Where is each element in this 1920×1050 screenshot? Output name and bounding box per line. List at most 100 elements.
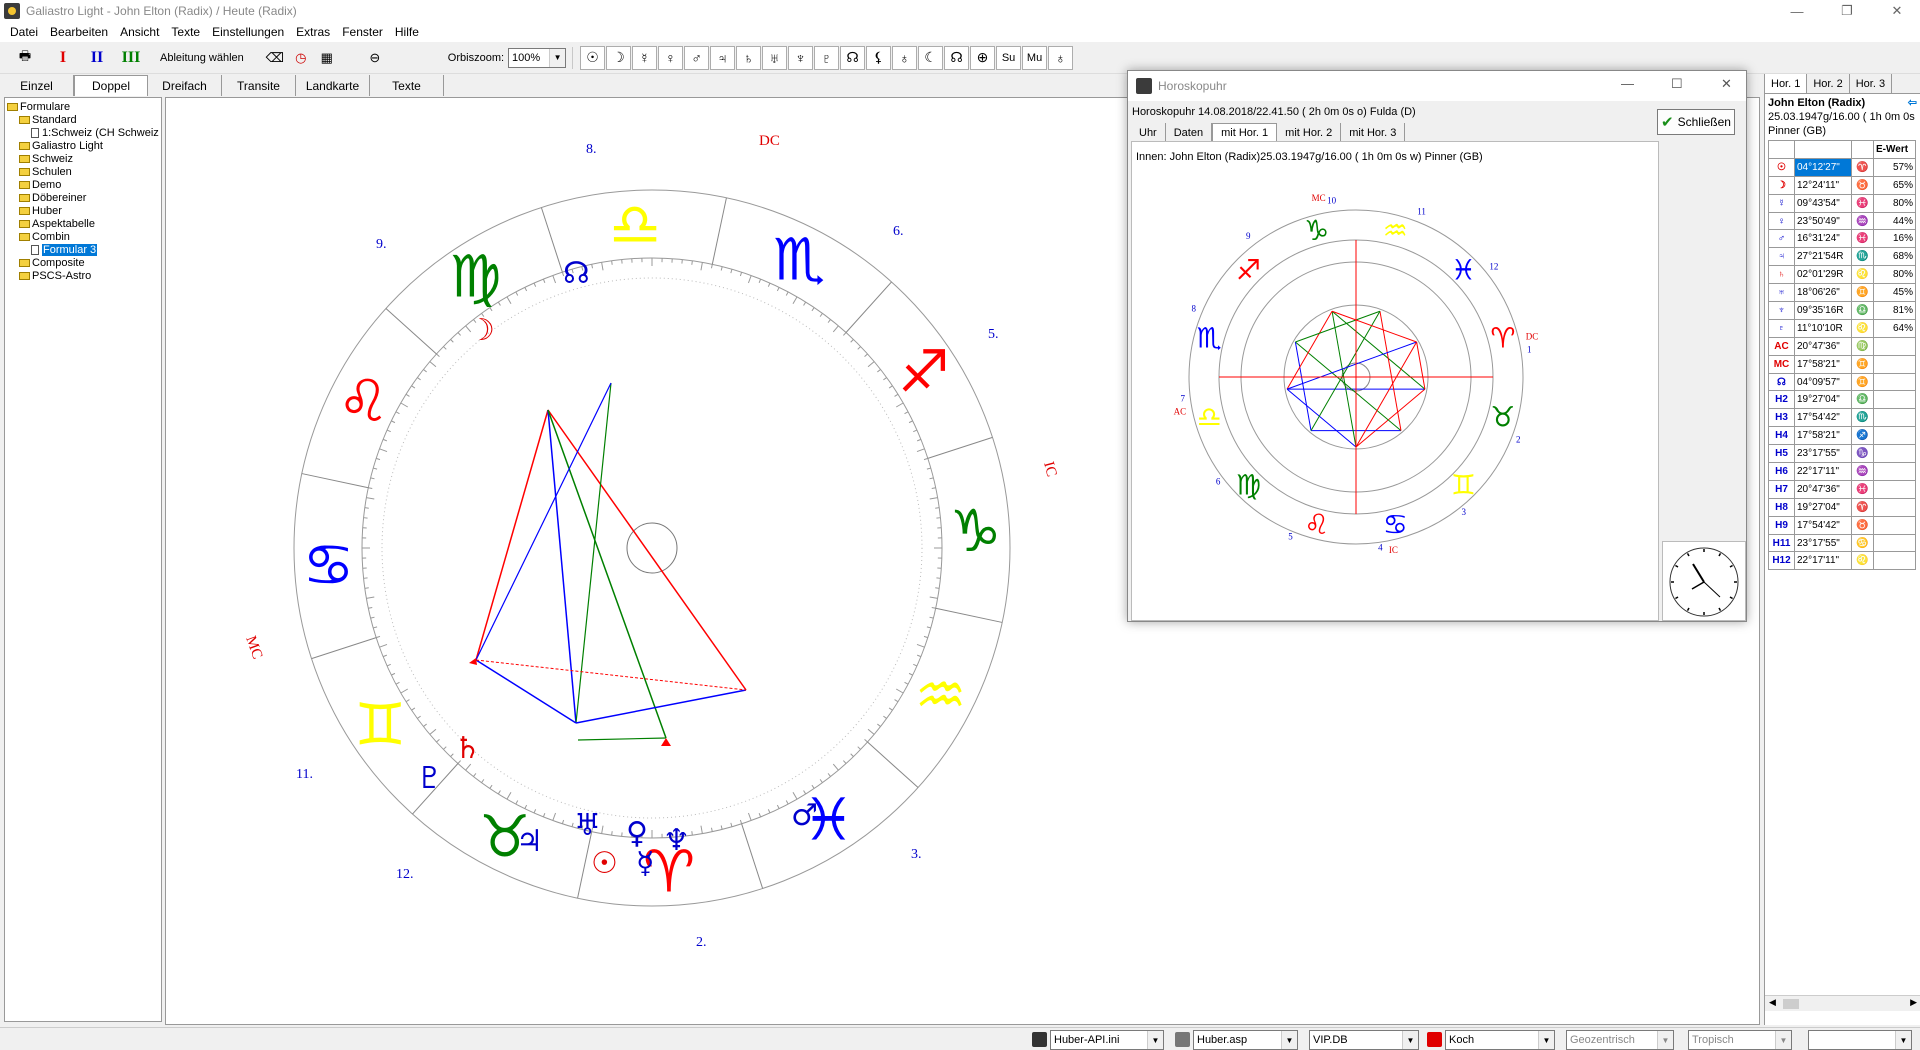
tab-texte[interactable]: Texte bbox=[370, 75, 444, 96]
table-row[interactable]: ♀ 23°50'49" ♒ 44% bbox=[1768, 211, 1916, 231]
geo-select[interactable]: Geozentrisch ▼ bbox=[1566, 1030, 1674, 1050]
tree-node[interactable]: Combin bbox=[5, 230, 161, 243]
tab-doppel[interactable]: Doppel bbox=[74, 75, 148, 96]
eraser-icon[interactable]: ⌫ bbox=[264, 47, 286, 69]
tree-node-selected[interactable]: Formular 3 bbox=[5, 243, 161, 256]
sun-point-button[interactable]: Su bbox=[996, 45, 1022, 70]
table-row[interactable]: ♃ 27°21'54R ♏ 68% bbox=[1768, 247, 1916, 267]
tab-uhr[interactable]: Uhr bbox=[1131, 123, 1166, 142]
table-row[interactable]: H4 17°58'21" ♐ bbox=[1768, 426, 1916, 446]
fortune-button[interactable]: ⊕ bbox=[970, 45, 996, 70]
tree-node[interactable]: Döbereiner bbox=[5, 191, 161, 204]
tab-einzel[interactable]: Einzel bbox=[0, 75, 74, 96]
tab-hor-2[interactable]: Hor. 2 bbox=[1807, 74, 1850, 93]
tab-hor-1[interactable]: Hor. 1 bbox=[1765, 74, 1808, 93]
table-row[interactable]: MC 17°58'21" ♊ bbox=[1768, 354, 1916, 374]
planet-saturn-button[interactable]: ♄ bbox=[736, 45, 762, 70]
table-row[interactable]: H12 22°17'11" ♌ bbox=[1768, 551, 1916, 571]
node-button[interactable]: ☊ bbox=[840, 45, 866, 70]
orbiszoom-select[interactable]: 100% ▼ bbox=[508, 47, 567, 68]
tree-node[interactable]: Schulen bbox=[5, 165, 161, 178]
maximize-button[interactable]: ☐ bbox=[1671, 76, 1683, 92]
scroll-thumb[interactable] bbox=[1783, 999, 1799, 1009]
planet-neptune-button[interactable]: ♆ bbox=[788, 45, 814, 70]
tree-node[interactable]: 1:Schweiz (CH Schweiz bbox=[5, 126, 161, 139]
horizontal-scrollbar[interactable]: ◀ ▶ bbox=[1765, 995, 1920, 1011]
tree-node[interactable]: Aspektabelle bbox=[5, 217, 161, 230]
table-row[interactable]: H6 22°17'11" ♒ bbox=[1768, 462, 1916, 481]
planet-uranus-button[interactable]: ♅ bbox=[762, 45, 788, 70]
single-chart-button[interactable]: I bbox=[52, 47, 74, 69]
earth-point-button[interactable]: ♁ bbox=[1048, 45, 1074, 70]
menu-texte[interactable]: Texte bbox=[165, 25, 206, 39]
close-button[interactable]: ✕ bbox=[1874, 0, 1920, 22]
print-icon[interactable]: 🖶 bbox=[14, 47, 36, 69]
pin-icon[interactable]: ⇦ bbox=[1908, 96, 1917, 110]
tab-daten[interactable]: Daten bbox=[1166, 123, 1213, 142]
earth-button[interactable]: ♁ bbox=[892, 45, 918, 70]
tree-node[interactable]: Formulare bbox=[5, 100, 161, 113]
tab-mit-hor-3[interactable]: mit Hor. 3 bbox=[1341, 123, 1406, 142]
tab-hor-3[interactable]: Hor. 3 bbox=[1850, 74, 1893, 93]
house-system-select[interactable]: Koch ▼ bbox=[1445, 1030, 1555, 1050]
table-row[interactable]: ♆ 09°35'16R ♎ 81% bbox=[1768, 301, 1916, 320]
table-row[interactable]: ☿ 09°43'54" ♓ 80% bbox=[1768, 193, 1916, 213]
tree-node[interactable]: Schweiz bbox=[5, 152, 161, 165]
planet-mercury-button[interactable]: ☿ bbox=[632, 45, 658, 70]
close-icon[interactable]: ✕ bbox=[1721, 76, 1732, 92]
menu-bearbeiten[interactable]: Bearbeiten bbox=[44, 25, 114, 39]
table-row[interactable]: ♄ 02°01'29R ♌ 80% bbox=[1768, 265, 1916, 285]
minimize-button[interactable]: — bbox=[1621, 76, 1634, 91]
planet-mars-button[interactable]: ♂ bbox=[684, 45, 710, 70]
calculator-icon[interactable]: ▦ bbox=[316, 47, 338, 69]
table-row[interactable]: H8 19°27'04" ♈ bbox=[1768, 497, 1916, 517]
tab-landkarte[interactable]: Landkarte bbox=[296, 75, 370, 96]
planet-jupiter-button[interactable]: ♃ bbox=[710, 45, 736, 70]
schliessen-button[interactable]: ✔ Schließen bbox=[1657, 109, 1735, 135]
db-select[interactable]: VIP.DB ▼ bbox=[1309, 1030, 1419, 1050]
table-row[interactable]: H3 17°54'42" ♏ bbox=[1768, 408, 1916, 428]
ableitung-button[interactable]: Ableitung wählen bbox=[160, 47, 244, 69]
table-row[interactable]: AC 20°47'36" ♍ bbox=[1768, 336, 1916, 356]
maximize-button[interactable]: ❐ bbox=[1824, 0, 1870, 22]
extra-select[interactable]: ▼ bbox=[1808, 1030, 1912, 1050]
table-row[interactable]: ☊ 04°09'57" ♊ bbox=[1768, 372, 1916, 392]
ini-select[interactable]: Huber-API.ini ▼ bbox=[1050, 1030, 1164, 1050]
menu-einstellungen[interactable]: Einstellungen bbox=[206, 25, 290, 39]
planet-moon-button[interactable]: ☽ bbox=[606, 45, 632, 70]
lilith-button[interactable]: ⚸ bbox=[866, 45, 892, 70]
clock-icon[interactable]: ◷ bbox=[290, 47, 312, 69]
table-row[interactable]: ☉ 04°12'27" ♈ 57% bbox=[1768, 157, 1916, 177]
south-node-button[interactable]: ☊ bbox=[944, 45, 970, 70]
scroll-left-icon[interactable]: ◀ bbox=[1769, 997, 1776, 1008]
table-row[interactable]: ♂ 16°31'24" ♓ 16% bbox=[1768, 229, 1916, 249]
menu-fenster[interactable]: Fenster bbox=[336, 25, 389, 39]
triple-chart-button[interactable]: III bbox=[120, 47, 142, 69]
menu-datei[interactable]: Datei bbox=[4, 25, 44, 39]
tab-transite[interactable]: Transite bbox=[222, 75, 296, 96]
planet-sun-button[interactable]: ☉ bbox=[580, 45, 606, 70]
table-row[interactable]: ☽ 12°24'11" ♉ 65% bbox=[1768, 175, 1916, 195]
scroll-right-icon[interactable]: ▶ bbox=[1910, 997, 1917, 1008]
tab-dreifach[interactable]: Dreifach bbox=[148, 75, 222, 96]
tree-node[interactable]: Standard bbox=[5, 113, 161, 126]
menu-hilfe[interactable]: Hilfe bbox=[389, 25, 425, 39]
tree-node[interactable]: Galiastro Light bbox=[5, 139, 161, 152]
double-chart-button[interactable]: II bbox=[86, 47, 108, 69]
minimize-button[interactable]: — bbox=[1774, 0, 1820, 22]
tab-mit-hor-2[interactable]: mit Hor. 2 bbox=[1277, 123, 1342, 142]
table-row[interactable]: H2 19°27'04" ♎ bbox=[1768, 390, 1916, 410]
table-row[interactable]: ♅ 18°06'26" ♊ 45% bbox=[1768, 283, 1916, 303]
moon-point-button[interactable]: Mu bbox=[1022, 45, 1048, 70]
moon-phase-button[interactable]: ☾ bbox=[918, 45, 944, 70]
table-row[interactable]: H11 23°17'55" ♋ bbox=[1768, 533, 1916, 553]
table-row[interactable]: H5 23°17'55" ♑ bbox=[1768, 444, 1916, 464]
table-row[interactable]: H7 20°47'36" ♓ bbox=[1768, 479, 1916, 499]
tree-node[interactable]: Huber bbox=[5, 204, 161, 217]
menu-extras[interactable]: Extras bbox=[290, 25, 336, 39]
tab-mit-hor-1[interactable]: mit Hor. 1 bbox=[1212, 123, 1278, 142]
tree-node[interactable]: PSCS-Astro bbox=[5, 269, 161, 282]
table-row[interactable]: ♇ 11°10'10R ♌ 64% bbox=[1768, 318, 1916, 338]
asp-select[interactable]: Huber.asp ▼ bbox=[1193, 1030, 1298, 1050]
tree-node[interactable]: Composite bbox=[5, 256, 161, 269]
